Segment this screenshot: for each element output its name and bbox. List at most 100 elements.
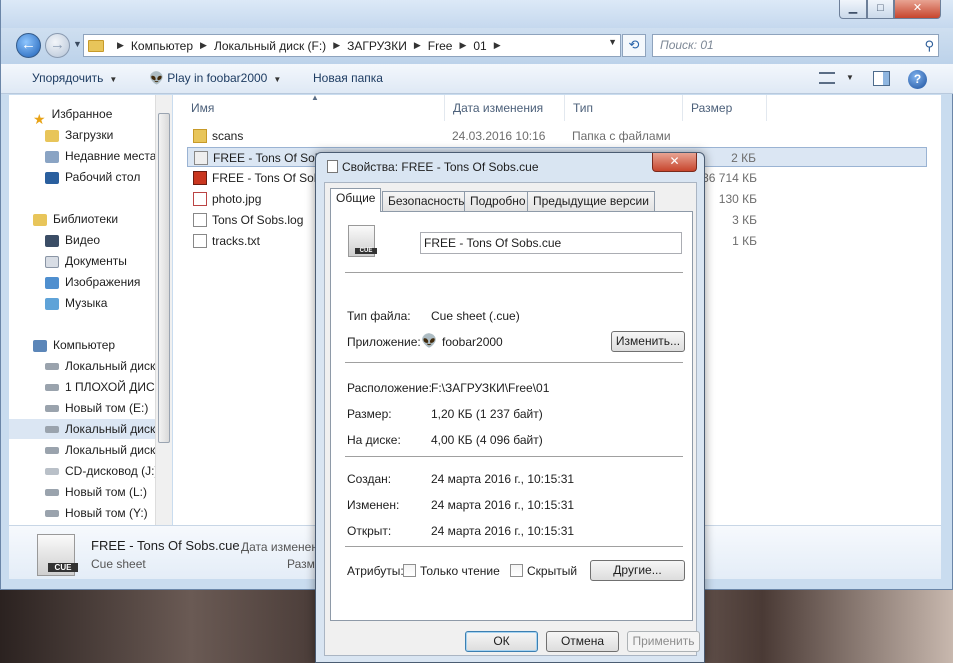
readonly-checkbox[interactable] xyxy=(403,564,416,577)
drive-icon xyxy=(45,447,59,455)
nav-label: Документы xyxy=(65,254,127,268)
breadcrumb-01[interactable]: 01 xyxy=(473,39,486,53)
nav-label: Музыка xyxy=(65,296,108,310)
new-folder-button[interactable]: Новая папка xyxy=(313,71,383,85)
nav-drive[interactable]: Локальный диск xyxy=(45,356,155,376)
file-row[interactable]: scans 24.03.2016 10:16 Папка с файлами xyxy=(187,126,927,146)
cancel-button[interactable]: Отмена xyxy=(546,631,619,652)
minimize-button[interactable]: ▁ xyxy=(839,0,867,19)
nav-documents[interactable]: Документы xyxy=(45,251,155,271)
drive-icon xyxy=(45,489,59,497)
properties-dialog: Свойства: FREE - Tons Of Sobs.cue ✕ Общи… xyxy=(315,152,705,663)
nav-libraries[interactable]: Библиотеки xyxy=(33,209,155,229)
file-icon xyxy=(327,160,338,173)
images-icon xyxy=(45,276,59,289)
nav-computer[interactable]: Компьютер xyxy=(33,335,155,355)
nav-drive[interactable]: Локальный диск xyxy=(45,440,155,460)
computer-icon xyxy=(33,339,47,352)
readonly-label: Только чтение xyxy=(420,564,500,578)
other-attributes-button[interactable]: Другие... xyxy=(590,560,685,581)
nav-label: Загрузки xyxy=(65,128,114,142)
attributes-label: Атрибуты: xyxy=(347,564,404,578)
search-icon[interactable]: ⚲ xyxy=(924,35,934,56)
text-file-icon xyxy=(193,213,207,227)
chevron-down-icon[interactable]: ▼ xyxy=(846,73,854,82)
column-header-name[interactable]: Имя xyxy=(183,95,445,121)
nav-desktop[interactable]: Рабочий стол xyxy=(45,167,155,187)
forward-button[interactable]: → xyxy=(45,33,70,58)
close-button[interactable]: ✕ xyxy=(894,0,941,19)
file-name: FREE - Tons Of Sobs xyxy=(212,171,327,185)
file-type-value: Cue sheet (.cue) xyxy=(431,309,520,323)
nav-drive[interactable]: Новый том (L:) xyxy=(45,482,155,502)
chevron-right-icon[interactable]: ▶ xyxy=(494,40,501,51)
opened-label: Открыт: xyxy=(347,524,392,538)
nav-favorites[interactable]: ★ Избранное xyxy=(33,104,155,124)
hidden-checkbox[interactable] xyxy=(510,564,523,577)
column-header-date[interactable]: Дата изменения xyxy=(445,95,565,121)
hidden-label: Скрытый xyxy=(527,564,578,578)
play-in-foobar-button[interactable]: 👽 Play in foobar2000 ▼ xyxy=(149,71,281,85)
breadcrumb-computer[interactable]: Компьютер xyxy=(131,39,193,53)
location-value: F:\ЗАГРУЗКИ\Free\01 xyxy=(431,381,550,395)
nav-drive[interactable]: Новый том (E:) xyxy=(45,398,155,418)
nav-music[interactable]: Музыка xyxy=(45,293,155,313)
ok-button[interactable]: ОК xyxy=(465,631,538,652)
tab-general[interactable]: Общие xyxy=(330,188,382,212)
chevron-right-icon[interactable]: ▶ xyxy=(414,40,421,51)
maximize-button[interactable]: □ xyxy=(867,0,894,19)
downloads-folder-icon xyxy=(45,129,59,142)
change-view-icon[interactable] xyxy=(819,72,835,84)
nav-cd-drive[interactable]: CD-дисковод (J:) xyxy=(45,461,155,481)
nav-scrollbar[interactable] xyxy=(155,95,172,525)
nav-downloads[interactable]: Загрузки xyxy=(45,125,155,145)
dialog-title-text: Свойства: FREE - Tons Of Sobs.cue xyxy=(342,160,539,174)
tab-security[interactable]: Безопасность xyxy=(382,191,471,211)
scrollbar-thumb[interactable] xyxy=(158,113,170,443)
nav-video[interactable]: Видео xyxy=(45,230,155,250)
breadcrumb-downloads[interactable]: ЗАГРУЗКИ xyxy=(347,39,407,53)
refresh-button[interactable]: ⟲ xyxy=(622,34,646,57)
nav-images[interactable]: Изображения xyxy=(45,272,155,292)
filename-field[interactable]: FREE - Tons Of Sobs.cue xyxy=(420,232,682,254)
breadcrumb-free[interactable]: Free xyxy=(428,39,453,53)
address-dropdown-icon[interactable]: ▼ xyxy=(608,37,617,47)
navigation-pane: ★ Избранное Загрузки Недавние места Рабоч… xyxy=(9,95,155,525)
dialog-close-button[interactable]: ✕ xyxy=(652,153,697,172)
breadcrumb-drive[interactable]: Локальный диск (F:) xyxy=(214,39,326,53)
column-header-size[interactable]: Размер xyxy=(683,95,767,121)
nav-drive[interactable]: 1 ПЛОХОЙ ДИС xyxy=(45,377,155,397)
recent-pages-dropdown-icon[interactable]: ▼ xyxy=(73,39,82,49)
cue-file-icon: CUE xyxy=(37,534,78,576)
apply-button[interactable]: Применить xyxy=(627,631,700,652)
organize-button[interactable]: Упорядочить ▼ xyxy=(32,71,117,85)
nav-label: Новый том (L:) xyxy=(65,485,147,499)
opened-value: 24 марта 2016 г., 10:15:31 xyxy=(431,524,575,538)
help-icon[interactable]: ? xyxy=(908,70,927,89)
libraries-icon xyxy=(33,213,47,226)
created-value: 24 марта 2016 г., 10:15:31 xyxy=(431,472,575,486)
nav-drive[interactable]: Новый том (Y:) xyxy=(45,503,155,523)
nav-drive-selected[interactable]: Локальный диск xyxy=(9,419,155,439)
chevron-right-icon[interactable]: ▶ xyxy=(459,40,466,51)
window-titlebar: ▁ □ ✕ xyxy=(1,0,953,28)
tab-details[interactable]: Подробно xyxy=(464,191,532,211)
change-app-button[interactable]: Изменить... xyxy=(611,331,685,352)
column-header-type[interactable]: Тип xyxy=(565,95,683,121)
foobar-icon: 👽 xyxy=(421,333,438,348)
disk-size-label: На диске: xyxy=(347,433,401,447)
alien-icon: 👽 xyxy=(149,71,168,85)
address-bar[interactable]: ▶ Компьютер ▶ Локальный диск (F:) ▶ ЗАГР… xyxy=(83,34,621,57)
tab-previous-versions[interactable]: Предыдущие версии xyxy=(527,191,655,211)
dialog-title: Свойства: FREE - Tons Of Sobs.cue xyxy=(327,160,539,174)
search-input[interactable]: Поиск: 01 ⚲ xyxy=(652,34,939,57)
size-value: 1,20 КБ (1 237 байт) xyxy=(431,407,543,421)
chevron-right-icon[interactable]: ▶ xyxy=(333,40,340,51)
details-size-label: Разм xyxy=(287,557,315,571)
chevron-right-icon[interactable]: ▶ xyxy=(117,40,124,51)
preview-pane-icon[interactable] xyxy=(873,71,890,86)
nav-recent[interactable]: Недавние места xyxy=(45,146,155,166)
back-button[interactable]: ← xyxy=(16,33,41,58)
chevron-right-icon[interactable]: ▶ xyxy=(200,40,207,51)
nav-label: Недавние места xyxy=(65,149,155,163)
